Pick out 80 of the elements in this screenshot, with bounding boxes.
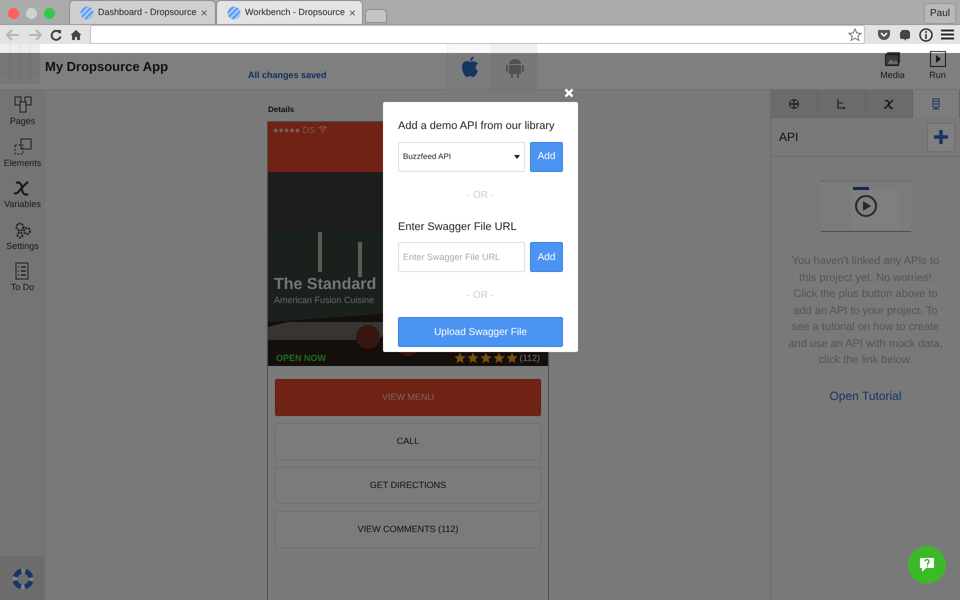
server-icon (930, 98, 942, 110)
star-icon (506, 352, 518, 364)
star-icon (466, 352, 479, 364)
api-select[interactable]: Buzzfeed API (398, 142, 525, 172)
panel-tab[interactable] (866, 90, 913, 118)
sidebar-item[interactable]: Pages (10, 96, 36, 128)
star-icon (492, 352, 505, 364)
upload-button[interactable]: Upload Swagger File (398, 317, 563, 347)
speech-bubble-icon (919, 557, 935, 573)
browser-tab[interactable]: Dashboard - Dropsource × (69, 0, 216, 24)
sidebar-label: Settings (6, 240, 39, 253)
video-thumbnail-icon[interactable] (820, 180, 910, 232)
browser-tab[interactable]: Workbench - Dropsource × (216, 0, 363, 24)
new-tab-button[interactable] (365, 9, 387, 23)
phone-button[interactable]: CALL (275, 423, 541, 460)
modal-heading: Enter Swagger File URL (398, 220, 518, 234)
home-icon[interactable] (70, 28, 82, 40)
add-api-button[interactable] (927, 122, 955, 152)
info-icon[interactable] (919, 28, 933, 42)
page-label: Details (268, 104, 296, 116)
restaurant-cuisine: American Fusion Cuisine (274, 294, 376, 307)
checklist-icon (13, 262, 32, 280)
apple-icon (460, 56, 478, 78)
play-icon (930, 50, 946, 67)
app-title: My Dropsource App (45, 58, 170, 76)
add-button[interactable]: Add (530, 142, 563, 172)
wifi-icon (318, 125, 328, 133)
menu-icon[interactable] (941, 29, 954, 40)
tutorial-link[interactable]: Open Tutorial (829, 386, 902, 404)
elements-icon (14, 138, 32, 156)
add-button[interactable]: Add (530, 242, 563, 272)
back-icon[interactable] (6, 28, 20, 40)
tree-icon (835, 98, 848, 110)
sidebar-label: Variables (4, 198, 41, 211)
sidebar-item[interactable]: Settings (6, 220, 39, 253)
star-icon (480, 352, 492, 364)
modal-heading: Add a demo API from our library (398, 119, 556, 134)
restaurant-name: The Standard (274, 276, 376, 294)
tab-title: Workbench - Dropsource (245, 6, 345, 19)
phone-button[interactable]: GET DIRECTIONS (275, 467, 541, 504)
tab-close-button[interactable]: × (348, 4, 356, 22)
close-icon[interactable] (564, 88, 574, 98)
plus-icon (934, 130, 948, 144)
action-label: Run (929, 68, 946, 82)
panel-title: API (779, 129, 798, 146)
action-label: Media (880, 68, 905, 82)
save-status: All changes saved (248, 68, 328, 82)
variable-icon (13, 179, 32, 197)
sidebar-item[interactable]: To Do (10, 262, 34, 294)
open-status: OPEN NOW (276, 352, 328, 364)
platform-tab[interactable] (492, 44, 537, 89)
url-input-field[interactable]: Enter Swagger File URL (398, 242, 525, 272)
pages-icon (14, 96, 32, 114)
review-count: (112) (520, 352, 540, 365)
variable-icon (882, 98, 895, 110)
forward-icon[interactable] (28, 28, 42, 40)
reload-icon[interactable] (50, 28, 62, 40)
sidebar-label: Pages (10, 115, 36, 128)
palette-icon (788, 98, 800, 110)
gears-icon (14, 220, 32, 238)
image-icon (884, 50, 900, 67)
sidebar-label: Elements (4, 156, 42, 170)
profile-button[interactable]: Paul (924, 2, 956, 24)
lifebuoy-icon[interactable] (12, 568, 34, 590)
pocket-icon[interactable] (877, 28, 891, 40)
sidebar-item[interactable]: Variables (4, 179, 41, 212)
run-button[interactable]: Run (915, 44, 960, 89)
sidebar-label: To Do (10, 281, 34, 294)
sidebar-item[interactable]: Elements (4, 138, 42, 170)
phone-button[interactable]: VIEW COMMENTS (112) (275, 511, 541, 548)
platform-tab[interactable] (447, 44, 492, 89)
caret-icon (514, 154, 520, 158)
panel-tab[interactable] (771, 90, 818, 118)
star-icon (454, 352, 466, 364)
tab-close-button[interactable]: × (200, 4, 208, 22)
star-icon[interactable] (848, 28, 862, 42)
panel-tab[interactable] (912, 90, 960, 118)
media-button[interactable]: Media (870, 44, 915, 89)
tab-title: Dashboard - Dropsource (98, 6, 197, 19)
carrier-status: ●●●●● DS (273, 124, 316, 137)
